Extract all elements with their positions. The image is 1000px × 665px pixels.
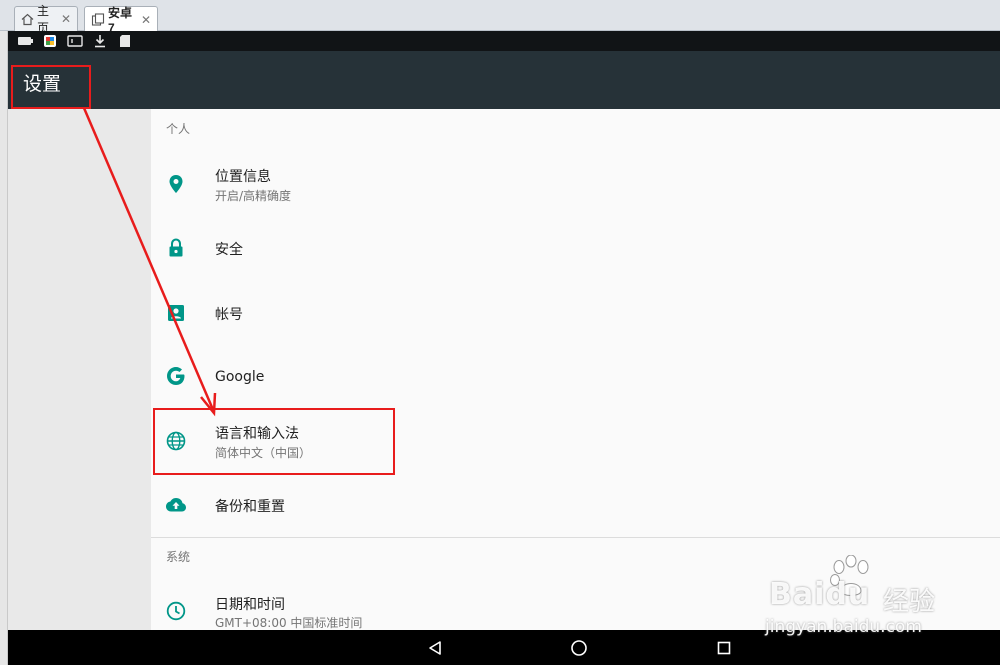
watermark-url: jingyan.baidu.com bbox=[765, 617, 922, 637]
home-icon[interactable] bbox=[569, 638, 589, 658]
row-title: 安全 bbox=[215, 242, 243, 258]
section-header-system: 系统 bbox=[166, 550, 191, 564]
highlight-box-title bbox=[11, 65, 91, 109]
row-title: Google bbox=[215, 369, 265, 385]
tab-android7[interactable]: 安卓7 ✕ bbox=[84, 6, 158, 35]
row-title: 位置信息 bbox=[215, 169, 271, 185]
close-icon[interactable]: ✕ bbox=[141, 13, 151, 27]
recents-icon[interactable] bbox=[714, 638, 734, 658]
lock-icon bbox=[165, 237, 187, 259]
battery-icon[interactable] bbox=[16, 33, 33, 49]
google-icon bbox=[165, 365, 187, 387]
highlight-box-language bbox=[153, 408, 395, 475]
settings-item-security[interactable]: 安全 bbox=[151, 216, 1000, 280]
close-icon[interactable]: ✕ bbox=[61, 12, 71, 26]
cloud-upload-icon bbox=[165, 494, 187, 516]
account-icon bbox=[165, 302, 187, 324]
location-icon bbox=[165, 173, 187, 195]
home-icon bbox=[21, 12, 34, 26]
emulator-toolbar bbox=[8, 31, 1000, 51]
settings-item-google[interactable]: Google bbox=[151, 345, 1000, 409]
settings-item-accounts[interactable]: 帐号 bbox=[151, 281, 1000, 345]
watermark-brand: Baidu bbox=[769, 577, 871, 612]
settings-item-backup-reset[interactable]: 备份和重置 bbox=[151, 473, 1000, 537]
sd-card-icon[interactable] bbox=[116, 33, 133, 49]
watermark-cn: 经验 bbox=[883, 587, 936, 617]
back-icon[interactable] bbox=[425, 638, 445, 658]
row-subtitle: GMT+08:00 中国标准时间 bbox=[215, 616, 363, 630]
section-header-personal: 个人 bbox=[166, 122, 191, 136]
clock-icon bbox=[165, 600, 187, 622]
app-store-icon[interactable] bbox=[41, 33, 58, 49]
row-subtitle: 开启/高精确度 bbox=[215, 189, 292, 203]
window-frame bbox=[0, 31, 8, 665]
row-title: 帐号 bbox=[215, 307, 243, 323]
watermark: Baidu 经验 jingyan.baidu.com bbox=[765, 555, 965, 645]
section-divider bbox=[151, 537, 1000, 538]
screen-icon[interactable] bbox=[66, 33, 83, 49]
row-title: 日期和时间 bbox=[215, 597, 285, 613]
download-icon[interactable] bbox=[91, 33, 108, 49]
browser-tab-bar: 主页 ✕ 安卓7 ✕ bbox=[0, 0, 1000, 35]
android-tab-icon bbox=[91, 12, 105, 27]
tab-home[interactable]: 主页 ✕ bbox=[14, 4, 78, 35]
row-title: 备份和重置 bbox=[215, 499, 285, 515]
settings-item-location[interactable]: 位置信息 开启/高精确度 bbox=[151, 152, 1000, 216]
android-app-bar: 设置 bbox=[8, 51, 1000, 109]
settings-list: 个人 位置信息 开启/高精确度 安全 帐号 Google 语言和输入法 简体中文… bbox=[151, 109, 1000, 630]
